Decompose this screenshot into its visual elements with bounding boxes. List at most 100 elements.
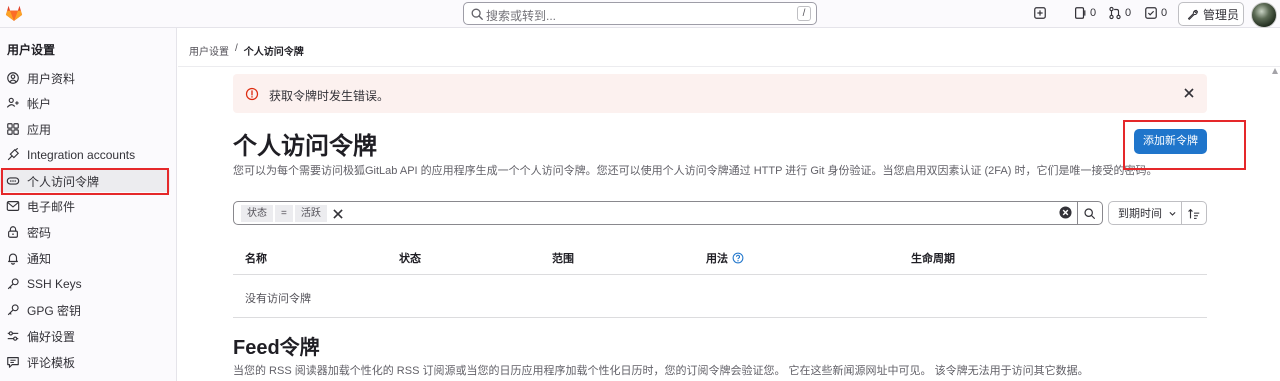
sidebar-item-comment-templates[interactable]: 评论模板 <box>0 351 170 373</box>
sidebar-item-label: 用户资料 <box>27 71 76 86</box>
merge-requests-button[interactable]: 0 <box>1108 6 1131 20</box>
column-header-scopes[interactable]: 范围 <box>552 250 574 266</box>
highlight-box-sidebar <box>1 168 169 195</box>
sidebar-item-label: GPG 密钥 <box>27 303 82 318</box>
table-bottom-divider <box>233 317 1207 318</box>
key-icon <box>7 278 19 290</box>
lock-icon <box>8 226 18 238</box>
sidebar-item-account[interactable]: 帐户 <box>0 92 170 114</box>
sidebar-item-notifications[interactable]: 通知 <box>0 247 170 269</box>
column-header-label: 状态 <box>399 253 421 265</box>
search-icon <box>471 8 483 20</box>
feed-token-title: Feed令牌 <box>233 337 320 359</box>
sidebar-item-integration-accounts[interactable]: Integration accounts <box>0 144 170 166</box>
sidebar-item-label: 评论模板 <box>27 355 76 370</box>
issues-button[interactable]: 0 <box>1073 6 1096 20</box>
breadcrumb-current: 个人访问令牌 <box>243 47 304 58</box>
filter-token[interactable]: 状态 = 活跃 <box>241 205 345 222</box>
remove-token-icon[interactable] <box>331 207 345 221</box>
merge-request-icon <box>1109 6 1121 20</box>
column-header-lifetime[interactable]: 生命周期 <box>911 250 955 266</box>
account-icon <box>6 97 19 108</box>
applications-icon <box>7 123 19 135</box>
table-empty-state: 没有访问令牌 <box>245 293 311 305</box>
column-header-status[interactable]: 状态 <box>399 250 421 266</box>
user-icon <box>7 72 19 84</box>
column-header-usage[interactable]: 用法 <box>706 250 744 266</box>
sort-dropdown[interactable]: 到期时间 <box>1108 201 1182 225</box>
todo-check-icon <box>1145 7 1157 19</box>
column-header-label: 用法 <box>706 253 728 265</box>
top-bar: 搜索或转到... / 0 0 0 管理员 <box>0 0 1280 28</box>
filter-token-key: 状态 <box>241 205 273 222</box>
sort-label: 到期时间 <box>1118 208 1162 220</box>
plus-square-icon <box>1034 7 1046 19</box>
error-alert: 获取令牌时发生错误。 <box>233 74 1207 113</box>
todos-button[interactable]: 0 <box>1144 6 1167 20</box>
close-icon[interactable] <box>1183 87 1195 99</box>
admin-label: 管理员 <box>1203 7 1240 22</box>
search-placeholder: 搜索或转到... <box>486 9 557 23</box>
column-header-label: 范围 <box>552 253 574 265</box>
sidebar-item-label: 电子邮件 <box>27 199 76 214</box>
sidebar-item-label: 密码 <box>27 225 52 240</box>
search-icon <box>1084 208 1095 219</box>
sidebar-item-label: SSH Keys <box>27 277 82 291</box>
scrollbar[interactable] <box>1272 68 1278 381</box>
breadcrumb: 用户设置 / 个人访问令牌 <box>189 43 304 58</box>
filter-token-value: 活跃 <box>294 205 327 222</box>
create-new-button[interactable] <box>1033 6 1047 20</box>
admin-area-button[interactable]: 管理员 <box>1178 2 1244 26</box>
sidebar-item-applications[interactable]: 应用 <box>0 118 170 140</box>
sort-direction-button[interactable] <box>1182 201 1207 225</box>
filter-token-operator: = <box>275 205 293 222</box>
sort-lowest-icon <box>1188 208 1200 219</box>
preferences-icon <box>7 331 19 341</box>
feed-token-description: 当您的 RSS 阅读器加载个性化的 RSS 订阅源或当您的日历应用程序加载个性化… <box>233 365 1089 377</box>
sidebar-item-ssh-keys[interactable]: SSH Keys <box>0 273 170 295</box>
search-shortcut-key: / <box>797 6 811 21</box>
chevron-down-icon <box>1169 211 1176 216</box>
gitlab-logo-icon[interactable] <box>4 3 24 23</box>
sidebar-item-emails[interactable]: 电子邮件 <box>0 195 170 217</box>
sidebar: 用户设置 用户资料 帐户 应用 Integration accounts 个人访… <box>0 28 177 381</box>
sidebar-title: 用户设置 <box>7 43 56 57</box>
question-circle-icon[interactable] <box>732 252 744 264</box>
sidebar-item-label: Integration accounts <box>27 148 136 162</box>
todos-count: 0 <box>1161 7 1168 19</box>
column-header-label: 名称 <box>245 253 267 265</box>
sidebar-item-preferences[interactable]: 偏好设置 <box>0 325 170 347</box>
bell-icon <box>8 253 18 265</box>
alert-message: 获取令牌时发生错误。 <box>269 89 390 103</box>
wrench-icon <box>1187 9 1198 20</box>
error-icon <box>245 87 259 101</box>
sidebar-item-gpg-keys[interactable]: GPG 密钥 <box>0 299 170 321</box>
highlight-box-add-button <box>1123 120 1246 170</box>
page-title: 个人访问令牌 <box>233 133 377 160</box>
column-header-label: 生命周期 <box>911 253 955 265</box>
issues-icon <box>1075 7 1086 19</box>
issues-count: 0 <box>1090 7 1097 19</box>
comment-icon <box>7 357 19 368</box>
global-search[interactable]: 搜索或转到... / <box>463 2 817 25</box>
page-description: 您可以为每个需要访问极狐GitLab API 的应用程序生成一个个人访问令牌。您… <box>233 165 1158 177</box>
user-avatar[interactable] <box>1251 2 1277 28</box>
breadcrumb-separator: / <box>235 43 238 54</box>
mail-icon <box>6 201 20 211</box>
key-icon <box>7 304 19 316</box>
sidebar-item-label: 帐户 <box>27 96 52 111</box>
breadcrumb-parent[interactable]: 用户设置 <box>189 43 229 58</box>
merge-requests-count: 0 <box>1125 7 1132 19</box>
clear-filter-icon[interactable] <box>1059 206 1072 219</box>
sidebar-item-label: 应用 <box>27 122 52 137</box>
table-header-divider <box>233 274 1207 275</box>
sidebar-item-password[interactable]: 密码 <box>0 221 170 243</box>
sidebar-item-label: 偏好设置 <box>27 329 76 344</box>
sidebar-item-profile[interactable]: 用户资料 <box>0 67 170 89</box>
sidebar-item-label: 通知 <box>27 251 52 266</box>
divider <box>178 66 1280 67</box>
filter-submit-button[interactable] <box>1078 201 1103 225</box>
column-header-name[interactable]: 名称 <box>245 250 267 266</box>
plug-icon <box>7 148 20 161</box>
filter-search-bar[interactable]: 状态 = 活跃 <box>233 201 1078 225</box>
